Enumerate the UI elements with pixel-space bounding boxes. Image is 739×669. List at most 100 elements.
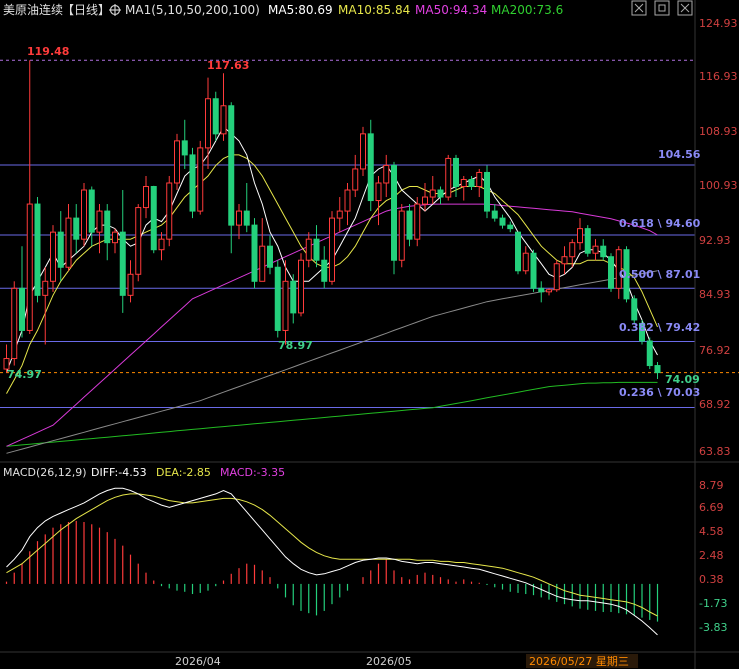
macd-title: MACD(26,12,9) (3, 466, 87, 479)
candle-body (569, 242, 576, 258)
high-label: 119.48 (27, 45, 69, 58)
macd-axis-label: 2.48 (699, 549, 724, 562)
low-label: 74.09 (665, 373, 700, 386)
candle-body (445, 157, 452, 198)
candle-body (158, 238, 165, 251)
candle-body (592, 245, 599, 254)
fib-label-382: 0.382 \ 79.42 (619, 321, 700, 334)
candle-body (50, 231, 56, 282)
candle-body (360, 133, 366, 170)
candle-body (73, 217, 80, 240)
candle-body (96, 210, 103, 233)
candle-body (236, 210, 242, 226)
candle-body (212, 98, 219, 135)
candle-body (135, 207, 142, 275)
macd-dea-value: DEA:-2.85 (156, 466, 211, 479)
candle-body (267, 245, 273, 268)
candle-body (561, 256, 568, 265)
candle-body (243, 210, 250, 226)
candle-body (112, 231, 118, 244)
candle-body (375, 182, 382, 202)
ma-settings-label: MA1(5,10,50,200,100) (125, 3, 260, 17)
candle-body (336, 210, 343, 219)
low-label: 78.97 (278, 339, 313, 352)
price-axis-label: 108.93 (699, 125, 738, 138)
candle-body (499, 217, 506, 226)
candle-body (228, 105, 235, 226)
candle-body (305, 238, 312, 261)
candle-body (321, 259, 328, 282)
candle-body (251, 224, 258, 282)
candle-body (174, 140, 180, 184)
fib-label-500: 0.500 \ 87.01 (619, 268, 700, 281)
candle-body (491, 210, 498, 219)
ma200-value: MA200:73.6 (491, 3, 563, 17)
candle-body (57, 231, 64, 268)
candle-body (352, 168, 359, 191)
candle-body (414, 203, 421, 240)
candle-body (383, 164, 390, 184)
ma10-value: MA10:85.84 (338, 3, 410, 17)
candle-body (406, 210, 413, 240)
chart-background (0, 0, 739, 669)
ma5-value: MA5:80.69 (268, 3, 333, 17)
stock-chart: 124.93 116.93 108.93 100.93 92.93 84.93 … (0, 0, 739, 669)
candle-body (453, 157, 459, 188)
macd-axis-label: 4.58 (699, 525, 724, 538)
candle-body (608, 256, 614, 289)
level-label: 104.56 (658, 148, 701, 161)
candle-body (476, 171, 483, 188)
candle-body (553, 263, 560, 291)
candle-body (197, 147, 204, 212)
macd-axis-label: 8.79 (699, 479, 724, 492)
candle-body (81, 189, 87, 240)
high-label: 117.63 (207, 59, 249, 72)
candle-body (584, 228, 591, 254)
candle-body (654, 365, 661, 374)
price-axis-label: 68.92 (699, 398, 731, 411)
candle-body (646, 340, 653, 367)
candle-body (313, 238, 320, 261)
candle-body (26, 203, 33, 331)
price-axis-label: 124.93 (699, 17, 738, 30)
candle-body (391, 164, 397, 261)
candle-body (437, 189, 444, 198)
period-label: 【日线】 (62, 3, 110, 17)
price-axis-label: 84.93 (699, 288, 731, 301)
price-axis-label: 116.93 (699, 70, 738, 83)
candle-body (422, 196, 428, 205)
candle-body (367, 133, 374, 202)
candle-body (546, 289, 552, 293)
price-axis-label: 76.92 (699, 344, 731, 357)
candle-body (530, 252, 537, 289)
candle-body (538, 287, 545, 293)
candle-body (344, 189, 351, 212)
candle-body (205, 98, 211, 149)
candle-body (11, 287, 18, 360)
candle-body (282, 280, 289, 331)
candle-body (515, 231, 521, 272)
candle-body (65, 217, 72, 268)
candle-body (522, 252, 529, 272)
candle-body (166, 182, 173, 240)
candle-body (398, 210, 405, 261)
fib-label-618: 0.618 \ 94.60 (619, 217, 701, 230)
candle-body (150, 186, 157, 251)
candle-body (119, 231, 126, 296)
candle-body (429, 189, 436, 198)
candle-body (468, 178, 475, 188)
candle-body (329, 217, 335, 282)
candle-body (600, 245, 607, 258)
fib-label-236: 0.236 \ 70.03 (619, 386, 700, 399)
candle-body (290, 280, 297, 314)
candle-body (34, 203, 41, 296)
symbol-title: 美原油连续 (3, 2, 63, 17)
price-axis-label: 92.93 (699, 234, 731, 247)
candle-body (274, 266, 281, 331)
price-axis-label: 63.83 (699, 445, 731, 458)
candle-body (259, 245, 266, 282)
candle-body (88, 189, 95, 233)
date-label: 2026/04 (175, 655, 221, 668)
macd-axis-label: -3.83 (699, 621, 727, 634)
date-label-current: 2026/05/27 星期三 (529, 655, 629, 668)
